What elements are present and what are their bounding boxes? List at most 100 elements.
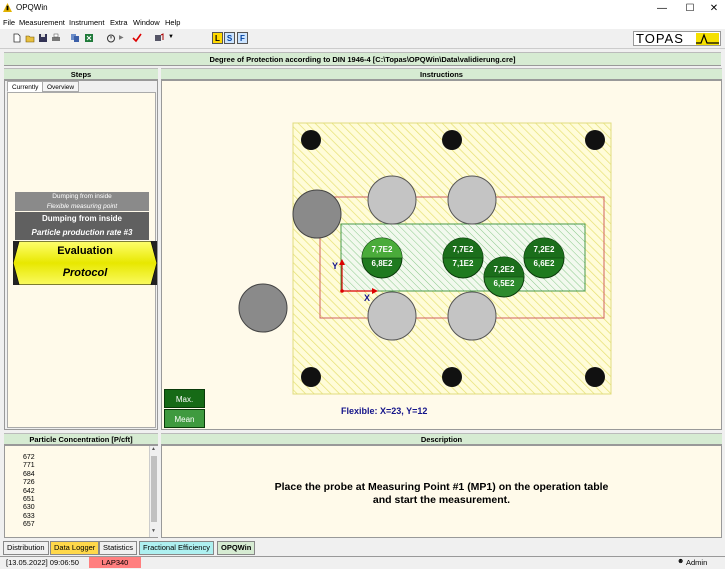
print-icon[interactable]	[51, 33, 61, 43]
list-item: 657	[23, 521, 35, 529]
description-header: Description	[161, 433, 722, 445]
s-button[interactable]: S	[224, 32, 235, 44]
toolbar: ▶ ▼ L S F	[0, 29, 725, 49]
window-title: OPQWin	[16, 3, 48, 12]
tab-data-logger[interactable]: Data Logger	[50, 541, 100, 555]
corner-marker	[301, 130, 321, 150]
measuring-point-4[interactable]	[483, 256, 525, 298]
scroll-thumb[interactable]	[151, 456, 157, 522]
status-device: LAP340	[89, 557, 141, 568]
measuring-point-2[interactable]	[442, 237, 484, 279]
app-icon	[3, 3, 12, 12]
settings-tool-icon[interactable]	[154, 33, 164, 43]
instructions-header: Instructions	[161, 68, 722, 80]
evaluation-label: Evaluation	[57, 245, 113, 257]
corner-marker	[301, 367, 321, 387]
light-source	[367, 175, 417, 225]
point-value-top: 7,7E2	[452, 245, 474, 254]
operation-table-diagram	[238, 122, 612, 395]
open-folder-icon[interactable]	[25, 33, 35, 43]
list-item: 642	[23, 487, 35, 495]
light-source	[447, 175, 497, 225]
point-value-bottom: 6,5E2	[493, 279, 515, 288]
list-item: 651	[23, 496, 35, 503]
measuring-point-3[interactable]	[523, 237, 565, 279]
instructions-panel: Y X 7,7E2 6,8E2 7,7E2 7,1E2 7,2E2 6,6E2 …	[161, 80, 722, 430]
dropdown-arrow-icon[interactable]: ▼	[168, 34, 174, 40]
excel-icon[interactable]	[84, 33, 94, 43]
scroll-down-icon[interactable]: ▼	[151, 528, 156, 534]
corner-marker	[585, 130, 605, 150]
menu-window[interactable]: Window	[133, 17, 160, 29]
logo-wave-icon	[696, 33, 719, 45]
list-item: 630	[23, 504, 35, 512]
list-item: 726	[23, 479, 35, 487]
description-panel: Place the probe at Measuring Point #1 (M…	[161, 445, 722, 538]
point-value-top: 7,2E2	[533, 245, 555, 254]
check-icon[interactable]	[132, 33, 142, 43]
menu-file[interactable]: File	[3, 17, 15, 29]
list-item: 771	[23, 462, 35, 470]
menu-help[interactable]: Help	[165, 17, 180, 29]
point-value-top: 7,2E2	[493, 265, 515, 274]
list-item: 672	[23, 454, 35, 461]
steps-list: Dumping from inside Flexible measuring p…	[7, 92, 157, 428]
f-button[interactable]: F	[237, 32, 248, 44]
step-item[interactable]: Dumping from inside	[15, 192, 149, 202]
corner-marker	[442, 367, 462, 387]
tab-opqwin[interactable]: OPQWin	[217, 541, 256, 555]
close-button[interactable]: ✕	[700, 0, 725, 17]
step-item[interactable]: Particle production rate #3	[15, 226, 149, 240]
corner-marker	[442, 130, 462, 150]
menu-extra[interactable]: Extra	[110, 17, 128, 29]
steps-header: Steps	[4, 68, 158, 80]
max-button[interactable]: Max.	[164, 389, 205, 408]
tab-statistics[interactable]: Statistics	[99, 541, 138, 555]
step-item[interactable]: Dumping from inside	[15, 212, 149, 226]
topas-logo: TOPAS	[633, 31, 721, 46]
point-value-bottom: 6,8E2	[371, 259, 393, 268]
dark-source	[238, 283, 288, 333]
step-item[interactable]: Flexible measuring point	[15, 202, 149, 211]
point-value-top: 7,7E2	[371, 245, 393, 254]
dark-source	[292, 189, 342, 239]
scroll-up-icon[interactable]: ▲	[151, 446, 156, 452]
tab-overview[interactable]: Overview	[42, 81, 80, 92]
menu-instrument[interactable]: Instrument	[69, 17, 104, 29]
point-value-bottom: 7,1E2	[452, 259, 474, 268]
light-source	[447, 291, 497, 341]
save-icon[interactable]	[38, 33, 48, 43]
status-user: Admin	[686, 558, 708, 567]
tab-currently[interactable]: Currently	[7, 81, 44, 92]
mean-button[interactable]: Mean	[164, 409, 205, 428]
protocol-label: Protocol	[62, 267, 108, 279]
point-value-bottom: 6,6E2	[533, 259, 555, 268]
y-axis-label: Y	[332, 261, 339, 271]
concentration-list: 672 771 684 726 642 651 630 633 657 ▲ ▼	[4, 445, 158, 538]
minimize-button[interactable]: —	[648, 0, 676, 17]
title-bar: OPQWin — ☐ ✕	[0, 0, 725, 17]
l-button[interactable]: L	[212, 32, 223, 44]
menu-measurement[interactable]: Measurement	[19, 17, 65, 29]
tab-distribution[interactable]: Distribution	[3, 541, 49, 555]
concentration-header: Particle Concentration [P/cft]	[4, 433, 158, 445]
scrollbar[interactable]: ▲ ▼	[149, 446, 158, 537]
copy-icon[interactable]	[70, 33, 80, 43]
origin-point	[340, 289, 344, 293]
play-icon[interactable]: ▶	[119, 34, 124, 41]
new-file-icon[interactable]	[12, 33, 22, 43]
measuring-point-1[interactable]	[361, 237, 403, 279]
logo-text: TOPAS	[636, 31, 684, 46]
x-axis-label: X	[364, 293, 371, 303]
menu-bar: File Measurement Instrument Extra Window…	[0, 17, 725, 29]
status-datetime: [13.05.2022] 09:06:50	[6, 558, 79, 567]
timer-icon[interactable]	[106, 33, 116, 43]
tab-fractional-efficiency[interactable]: Fractional Efficiency	[139, 541, 214, 555]
list-item: 633	[23, 512, 35, 520]
list-item: 684	[23, 470, 35, 478]
light-source	[367, 291, 417, 341]
corner-marker	[585, 367, 605, 387]
evaluation-block[interactable]: Evaluation Protocol	[13, 241, 157, 285]
status-bar: [13.05.2022] 09:06:50 LAP340 ☻ Admin	[0, 556, 725, 569]
steps-panel: Currently Overview Dumping from inside F…	[4, 80, 158, 430]
